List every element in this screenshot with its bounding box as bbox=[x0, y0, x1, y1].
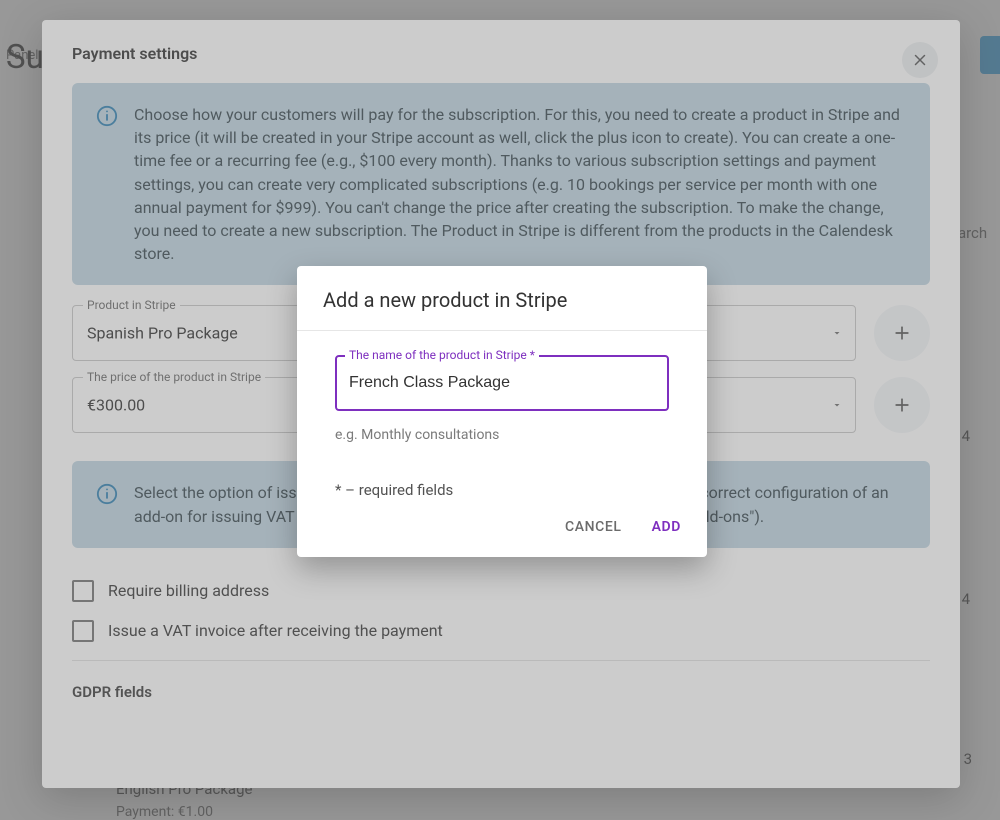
cancel-button[interactable]: CANCEL bbox=[565, 519, 622, 535]
product-name-field[interactable]: The name of the product in Stripe * bbox=[335, 355, 669, 411]
modal-title: Add a new product in Stripe bbox=[297, 266, 707, 331]
add-button[interactable]: ADD bbox=[652, 519, 681, 535]
product-name-input[interactable] bbox=[337, 357, 667, 409]
field-label: The name of the product in Stripe * bbox=[345, 348, 539, 362]
add-product-modal: Add a new product in Stripe The name of … bbox=[297, 266, 707, 557]
field-hint: e.g. Monthly consultations bbox=[335, 427, 669, 443]
required-note: * – required fields bbox=[335, 481, 669, 499]
